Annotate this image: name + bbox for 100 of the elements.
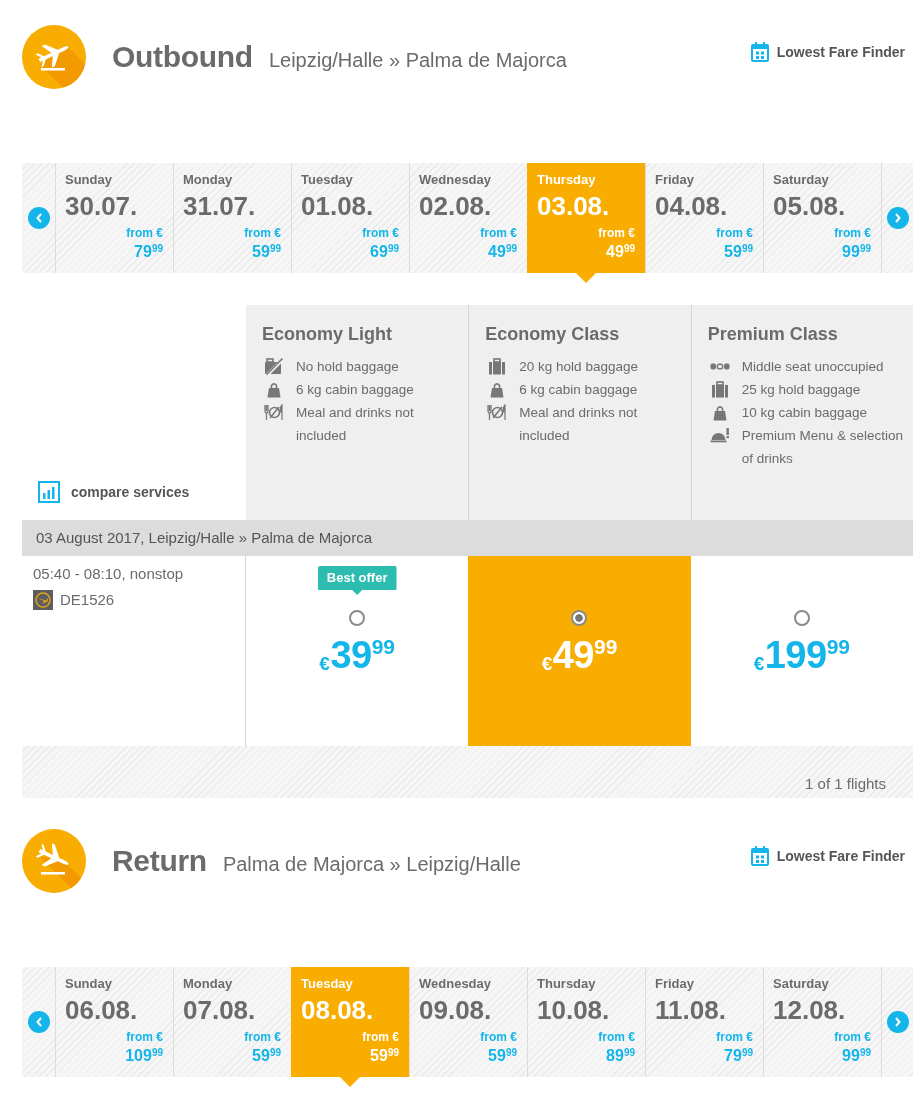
feature-label: Premium Menu & selection of drinks bbox=[741, 427, 904, 468]
radio-button[interactable] bbox=[349, 610, 366, 626]
from-label: from € bbox=[833, 226, 871, 240]
from-label: from € bbox=[125, 226, 163, 240]
calendar-icon bbox=[750, 42, 769, 62]
fare-price: $_{€}$39$^{99}$ bbox=[319, 635, 395, 675]
date-label: 09.08. bbox=[419, 996, 493, 1024]
route-label: Leipzig/Halle » Palma de Majorca bbox=[268, 49, 567, 72]
from-label: from € bbox=[361, 226, 399, 240]
weekday-label: Tuesday bbox=[301, 172, 354, 188]
from-label: from € bbox=[715, 226, 753, 240]
fare-price: $_{€}$199$^{99}$ bbox=[753, 635, 850, 675]
weekday-label: Thursday bbox=[537, 976, 597, 992]
price-label: 69$^{99}$ bbox=[369, 242, 399, 262]
from-label: from € bbox=[243, 1030, 281, 1044]
from-label: from € bbox=[125, 1030, 163, 1044]
price-label: 49$^{99}$ bbox=[605, 242, 635, 262]
feature-label: 6 kg cabin baggage bbox=[296, 381, 414, 399]
weekday-label: Sunday bbox=[65, 976, 113, 992]
fare-class-title: Economy Class bbox=[485, 323, 621, 346]
price-label: 59$^{99}$ bbox=[369, 1046, 399, 1066]
feature-label: 20 kg hold baggage bbox=[519, 358, 638, 376]
date-label: 07.08. bbox=[183, 996, 257, 1024]
feature-label: Meal and drinks not included bbox=[519, 404, 639, 445]
airplane-takeoff-icon bbox=[22, 25, 86, 89]
date-label: 31.07. bbox=[183, 192, 257, 220]
chevron-right-icon bbox=[895, 1017, 901, 1027]
price-label: 59$^{99}$ bbox=[251, 242, 281, 262]
compare-services-link[interactable]: compare services bbox=[38, 481, 190, 503]
from-label: from € bbox=[833, 1030, 871, 1044]
date-label: 04.08. bbox=[655, 192, 729, 220]
crossed-cutlery-icon bbox=[264, 404, 284, 421]
price-label: 109$^{99}$ bbox=[124, 1046, 163, 1066]
from-label: from € bbox=[479, 226, 517, 240]
weekday-label: Friday bbox=[655, 172, 695, 188]
leg-title: Return bbox=[112, 843, 207, 879]
chevron-right-icon bbox=[895, 213, 901, 223]
date-label: 11.08. bbox=[655, 996, 727, 1024]
from-label: from € bbox=[715, 1030, 753, 1044]
feature-label: 10 kg cabin baggage bbox=[741, 404, 867, 422]
crossed-suitcase-icon bbox=[264, 358, 284, 375]
flight-number: DE1526 bbox=[60, 590, 115, 610]
price-label: 79$^{99}$ bbox=[133, 242, 163, 262]
weekday-label: Wednesday bbox=[419, 172, 492, 188]
next-button[interactable] bbox=[887, 207, 909, 229]
feature-label: 25 kg hold baggage bbox=[741, 381, 861, 399]
chevron-left-icon bbox=[36, 213, 42, 223]
fare-class-title: Economy Light bbox=[262, 323, 393, 346]
date-label: 06.08. bbox=[65, 996, 139, 1024]
price-label: 99$^{99}$ bbox=[841, 242, 871, 262]
date-label: 03.08. bbox=[537, 192, 611, 220]
leg-title: Outbound bbox=[112, 39, 253, 75]
weekday-label: Friday bbox=[655, 976, 695, 992]
price-label: 99$^{99}$ bbox=[841, 1046, 871, 1066]
previous-button[interactable] bbox=[28, 1011, 50, 1033]
weekday-label: Sunday bbox=[65, 172, 113, 188]
date-label: 05.08. bbox=[773, 192, 847, 220]
feature-label: Middle seat unoccupied bbox=[741, 358, 884, 376]
from-label: from € bbox=[597, 226, 635, 240]
weekday-label: Monday bbox=[183, 172, 234, 188]
from-label: from € bbox=[243, 226, 281, 240]
bird-logo-icon bbox=[33, 590, 53, 610]
weekday-label: Tuesday bbox=[301, 976, 354, 992]
feature-label: 6 kg cabin baggage bbox=[519, 381, 638, 399]
fare-class-title: Premium Class bbox=[707, 323, 839, 346]
lowest-fare-finder-link[interactable]: Lowest Fare Finder bbox=[750, 846, 905, 866]
price-label: 59$^{99}$ bbox=[723, 242, 753, 262]
price-label: 79$^{99}$ bbox=[723, 1046, 753, 1066]
radio-button[interactable] bbox=[793, 610, 810, 626]
price-label: 59$^{99}$ bbox=[251, 1046, 281, 1066]
date-label: 30.07. bbox=[65, 192, 139, 220]
weekday-label: Monday bbox=[183, 976, 234, 992]
date-label: 12.08. bbox=[773, 996, 847, 1024]
chevron-left-icon bbox=[36, 1017, 42, 1027]
feature-label: No hold baggage bbox=[296, 358, 399, 376]
radio-button[interactable] bbox=[571, 610, 588, 626]
price-label: 89$^{99}$ bbox=[605, 1046, 635, 1066]
next-button[interactable] bbox=[887, 1011, 909, 1033]
flight-times: 05:40 - 08:10, nonstop bbox=[33, 564, 185, 584]
weekday-label: Thursday bbox=[537, 172, 597, 188]
flight-date-label: 03 August 2017, Leipzig/Halle » Palma de Majorca bbox=[36, 529, 373, 546]
from-label: from € bbox=[361, 1030, 399, 1044]
feature-label: Meal and drinks not included bbox=[296, 404, 415, 445]
airplane-landing-icon bbox=[22, 829, 86, 893]
weekday-label: Saturday bbox=[773, 976, 830, 992]
price-label: 59$^{99}$ bbox=[487, 1046, 517, 1066]
calendar-icon bbox=[750, 846, 769, 866]
suitcase-icon bbox=[487, 358, 508, 375]
date-label: 08.08. bbox=[301, 996, 375, 1024]
from-label: from € bbox=[479, 1030, 517, 1044]
crossed-cutlery-icon bbox=[487, 404, 508, 421]
price-label: 49$^{99}$ bbox=[487, 242, 517, 262]
bar-chart-icon bbox=[38, 481, 60, 503]
offer-badge: Best offer bbox=[317, 566, 397, 595]
lowest-fare-finder-link[interactable]: Lowest Fare Finder bbox=[750, 42, 905, 62]
route-label: Palma de Majorca » Leipzig/Halle bbox=[222, 853, 521, 876]
fare-price: $_{€}$49$^{99}$ bbox=[541, 635, 618, 675]
date-label: 10.08. bbox=[537, 996, 611, 1024]
previous-button[interactable] bbox=[28, 207, 50, 229]
weekday-label: Saturday bbox=[773, 172, 830, 188]
